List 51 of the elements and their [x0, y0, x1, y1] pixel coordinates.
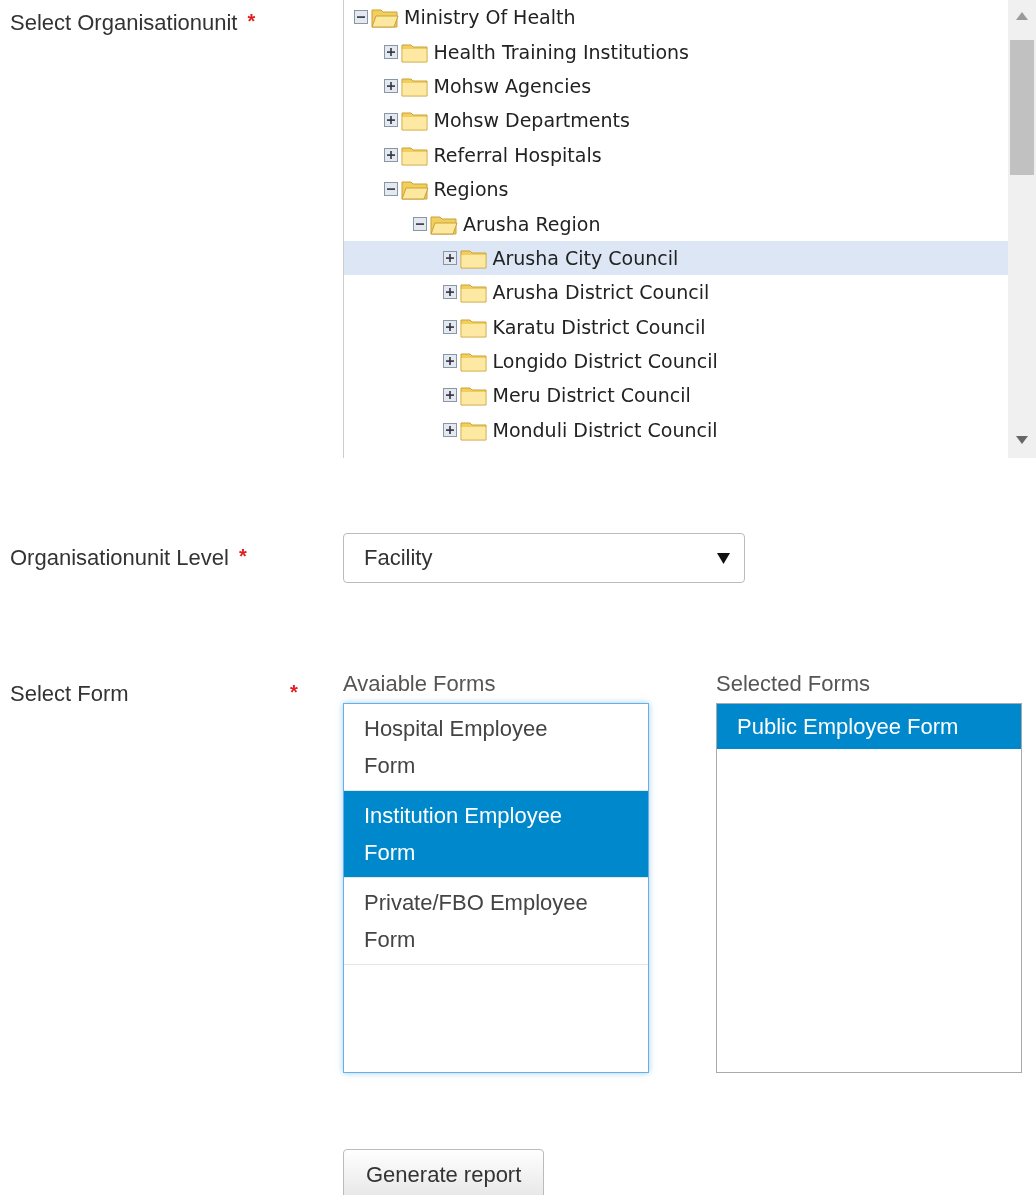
- dropdown-arrow-icon: [717, 552, 730, 564]
- scroll-down-icon[interactable]: [1016, 436, 1028, 444]
- open-folder-icon: [371, 6, 399, 29]
- expand-icon[interactable]: [383, 113, 398, 128]
- field-label: Select Form: [10, 681, 130, 707]
- expand-icon[interactable]: [442, 354, 457, 369]
- expand-icon[interactable]: [383, 78, 398, 93]
- tree-node[interactable]: Health Training Institutions: [344, 34, 1008, 69]
- collapse-icon[interactable]: [383, 182, 398, 197]
- folder-icon: [459, 384, 488, 407]
- folder-icon: [459, 281, 488, 304]
- list-title: Selected Forms: [716, 671, 872, 697]
- field-label: Organisationunit Level: [10, 545, 229, 571]
- folder-icon: [400, 109, 429, 132]
- form-list[interactable]: Public Employee Form: [716, 703, 1022, 1073]
- level-dropdown[interactable]: Facility: [343, 533, 745, 583]
- tree-node[interactable]: Ministry Of Health: [344, 0, 1008, 35]
- open-folder-icon: [400, 178, 429, 201]
- expand-icon[interactable]: [383, 147, 398, 162]
- form-option[interactable]: Public Employee Form: [717, 704, 1021, 749]
- tree-node[interactable]: Referral Hospitals: [344, 137, 1008, 172]
- form-option[interactable]: Private/FBO Employee Form: [344, 878, 648, 965]
- tree-node[interactable]: Meru District Council: [344, 378, 1008, 413]
- scrollbar[interactable]: [1008, 0, 1036, 458]
- required-mark: *: [290, 681, 298, 704]
- tree-node[interactable]: Karatu District Council: [344, 309, 1008, 344]
- generate-report-button[interactable]: Generate report: [343, 1149, 545, 1195]
- required-mark: *: [247, 10, 256, 33]
- tree-node[interactable]: Arusha Region: [344, 206, 1008, 241]
- expand-icon[interactable]: [442, 422, 457, 437]
- list-title: Avaiable Forms: [343, 671, 497, 697]
- form-option[interactable]: Institution Employee Form: [344, 791, 648, 878]
- tree-node[interactable]: Arusha City Council: [344, 240, 1008, 276]
- tree-node[interactable]: Monduli District Council: [344, 412, 1008, 448]
- form-option[interactable]: Hospital Employee Form: [344, 704, 648, 791]
- expand-icon[interactable]: [442, 388, 457, 403]
- tree-node[interactable]: Mohsw Agencies: [344, 68, 1008, 104]
- form-list[interactable]: Hospital Employee Form Institution Employee Form Private/FBO Employee Form: [343, 703, 649, 1073]
- folder-icon: [459, 350, 488, 373]
- field-label: Select Organisationunit: [10, 10, 238, 36]
- collapse-icon[interactable]: [413, 216, 427, 231]
- expand-icon[interactable]: [442, 319, 457, 334]
- expand-icon[interactable]: [442, 250, 457, 265]
- tree-node[interactable]: Regions: [344, 171, 1008, 207]
- expand-icon[interactable]: [383, 44, 398, 59]
- required-mark: *: [238, 545, 247, 568]
- collapse-icon[interactable]: [354, 10, 368, 25]
- expand-icon[interactable]: [442, 285, 457, 300]
- tree-node[interactable]: Mohsw Departments: [344, 103, 1008, 138]
- tree-node[interactable]: Arusha District Council: [344, 275, 1008, 310]
- tree-node[interactable]: Longido District Council: [344, 343, 1008, 379]
